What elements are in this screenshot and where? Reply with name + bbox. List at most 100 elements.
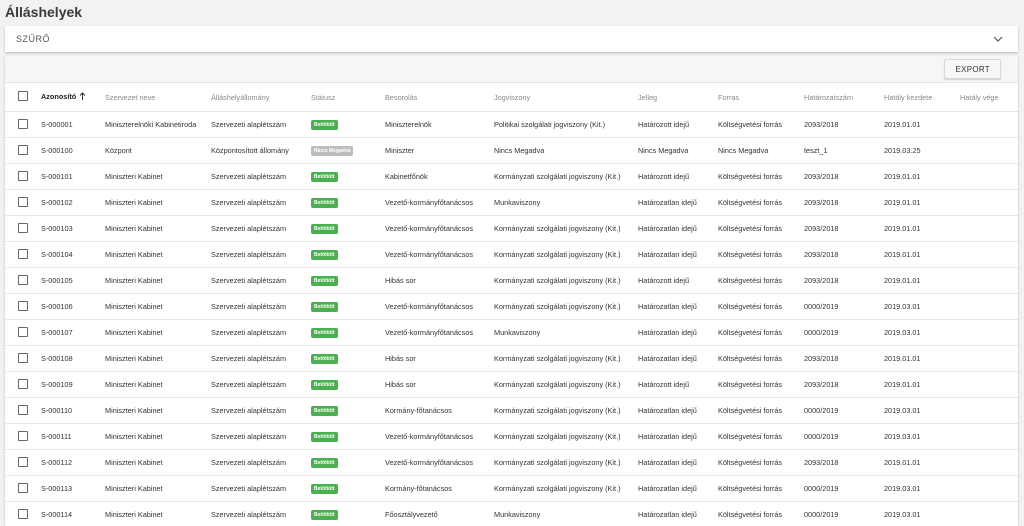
column-header-source[interactable]: Forras (718, 83, 804, 112)
cell-source: Költségvetési forrás (718, 242, 804, 268)
cell-legal: Kormányzati szolgálati jogviszony (Kit.) (494, 242, 638, 268)
column-header-start[interactable]: Hatály kezdete (884, 83, 960, 112)
row-select-cell[interactable] (5, 164, 41, 190)
column-header-status[interactable]: Státusz (311, 83, 385, 112)
chevron-down-icon[interactable] (992, 33, 1004, 45)
row-select-cell[interactable] (5, 268, 41, 294)
row-checkbox[interactable] (18, 301, 28, 311)
row-checkbox[interactable] (18, 119, 28, 129)
column-header-legal[interactable]: Jogviszony (494, 83, 638, 112)
row-checkbox[interactable] (18, 171, 28, 181)
column-header-decision[interactable]: Határozatszám (804, 83, 884, 112)
table-row[interactable]: S-000107Miniszteri KabinetSzervezeti ala… (5, 320, 1018, 346)
select-all-checkbox[interactable] (18, 91, 28, 101)
cell-source: Költségvetési forrás (718, 268, 804, 294)
cell-legal: Kormányzati szolgálati jogviszony (Kit.) (494, 450, 638, 476)
row-select-cell[interactable] (5, 294, 41, 320)
table-row[interactable]: S-000110Miniszteri KabinetSzervezeti ala… (5, 398, 1018, 424)
column-header-id[interactable]: Azonosító (41, 83, 105, 112)
status-badge: Betöltött (311, 198, 338, 208)
row-select-cell[interactable] (5, 398, 41, 424)
table-row[interactable]: S-000103Miniszteri KabinetSzervezeti ala… (5, 216, 1018, 242)
row-select-cell[interactable] (5, 502, 41, 526)
cell-status: Betöltött (311, 112, 385, 138)
column-header-end[interactable]: Hatály vége (960, 83, 1018, 112)
cell-decision: 2093/2018 (804, 372, 884, 398)
row-checkbox[interactable] (18, 275, 28, 285)
column-header-stock[interactable]: Álláshelyállomány (211, 83, 311, 112)
table-row[interactable]: S-000102Miniszteri KabinetSzervezeti ala… (5, 190, 1018, 216)
row-select-cell[interactable] (5, 424, 41, 450)
cell-start: 2019.01.01 (884, 346, 960, 372)
cell-nature: Határozatlan idejű (638, 450, 718, 476)
export-button[interactable]: EXPORT (944, 59, 1001, 79)
row-checkbox[interactable] (18, 327, 28, 337)
row-checkbox[interactable] (18, 457, 28, 467)
table-row[interactable]: S-000104Miniszteri KabinetSzervezeti ala… (5, 242, 1018, 268)
column-header-org[interactable]: Szervezet neve (105, 83, 211, 112)
cell-nature: Határozatlan idejű (638, 502, 718, 526)
cell-grade: Vezető-kormányfőtanácsos (385, 424, 494, 450)
table-row[interactable]: S-000106Miniszteri KabinetSzervezeti ala… (5, 294, 1018, 320)
row-select-cell[interactable] (5, 138, 41, 164)
table-row[interactable]: S-000114Miniszteri KabinetSzervezeti ala… (5, 502, 1018, 526)
row-select-cell[interactable] (5, 476, 41, 502)
table-row[interactable]: S-000112Miniszteri KabinetSzervezeti ala… (5, 450, 1018, 476)
cell-grade: Hibás sor (385, 268, 494, 294)
row-checkbox[interactable] (18, 223, 28, 233)
cell-id: S-000104 (41, 242, 105, 268)
row-select-cell[interactable] (5, 372, 41, 398)
select-all-cell[interactable] (5, 83, 41, 112)
table-row[interactable]: S-000105Miniszteri KabinetSzervezeti ala… (5, 268, 1018, 294)
table-row[interactable]: S-000101Miniszteri KabinetSzervezeti ala… (5, 164, 1018, 190)
row-checkbox[interactable] (18, 405, 28, 415)
table-row[interactable]: S-000111Miniszteri KabinetSzervezeti ala… (5, 424, 1018, 450)
row-checkbox[interactable] (18, 145, 28, 155)
cell-start: 2019.03.25 (884, 138, 960, 164)
cell-stock: Szervezeti alaplétszám (211, 476, 311, 502)
table-row[interactable]: S-000001Miniszterelnöki KabinetirodaSzer… (5, 112, 1018, 138)
table-row[interactable]: S-000109Miniszteri KabinetSzervezeti ala… (5, 372, 1018, 398)
cell-end (960, 112, 1018, 138)
row-select-cell[interactable] (5, 450, 41, 476)
cell-org: Miniszteri Kabinet (105, 398, 211, 424)
column-header-grade[interactable]: Besorolás (385, 83, 494, 112)
cell-grade: Vezető-kormányfőtanácsos (385, 242, 494, 268)
row-select-cell[interactable] (5, 112, 41, 138)
row-checkbox[interactable] (18, 509, 28, 519)
column-header-start-label: Hatály kezdete (884, 93, 932, 102)
cell-stock: Szervezeti alaplétszám (211, 372, 311, 398)
row-checkbox[interactable] (18, 483, 28, 493)
row-checkbox[interactable] (18, 379, 28, 389)
row-select-cell[interactable] (5, 216, 41, 242)
row-select-cell[interactable] (5, 346, 41, 372)
cell-id: S-000109 (41, 372, 105, 398)
row-select-cell[interactable] (5, 242, 41, 268)
cell-status: Betöltött (311, 424, 385, 450)
table-row[interactable]: S-000113Miniszteri KabinetSzervezeti ala… (5, 476, 1018, 502)
table-row[interactable]: S-000100KözpontKözpontosított állományNi… (5, 138, 1018, 164)
row-select-cell[interactable] (5, 190, 41, 216)
row-checkbox[interactable] (18, 353, 28, 363)
row-select-cell[interactable] (5, 320, 41, 346)
cell-decision: 2093/2018 (804, 190, 884, 216)
cell-end (960, 398, 1018, 424)
cell-nature: Határozott idejű (638, 112, 718, 138)
table-row[interactable]: S-000108Miniszteri KabinetSzervezeti ala… (5, 346, 1018, 372)
cell-grade: Miniszter (385, 138, 494, 164)
sort-ascending-icon[interactable] (79, 92, 86, 102)
cell-org: Miniszteri Kabinet (105, 164, 211, 190)
cell-id: S-000105 (41, 268, 105, 294)
cell-decision: 2093/2018 (804, 112, 884, 138)
column-header-status-label: Státusz (311, 93, 335, 102)
column-header-nature[interactable]: Jelleg (638, 83, 718, 112)
row-checkbox[interactable] (18, 431, 28, 441)
cell-legal: Nincs Megadva (494, 138, 638, 164)
cell-nature: Határozatlan idejű (638, 294, 718, 320)
cell-source: Költségvetési forrás (718, 476, 804, 502)
row-checkbox[interactable] (18, 197, 28, 207)
row-checkbox[interactable] (18, 249, 28, 259)
cell-org: Miniszteri Kabinet (105, 294, 211, 320)
filter-panel[interactable]: SZŰRŐ (5, 26, 1018, 52)
cell-org: Miniszteri Kabinet (105, 320, 211, 346)
